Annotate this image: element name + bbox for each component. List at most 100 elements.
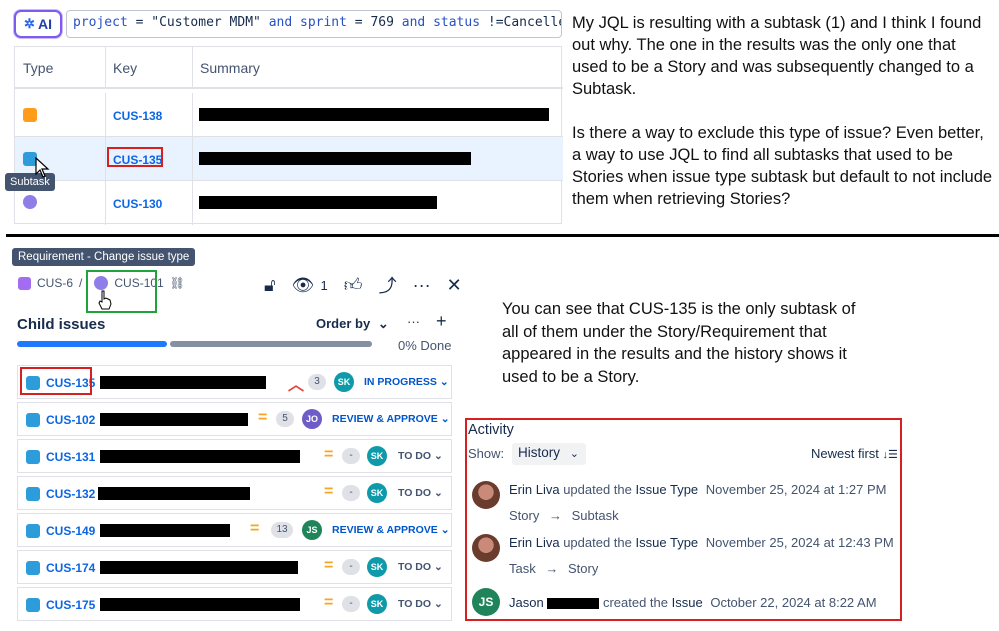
redacted-summary <box>100 524 230 537</box>
status-label: REVIEW & APPROVE <box>332 413 438 425</box>
activity-title: Activity <box>468 422 514 438</box>
history-filter-dropdown[interactable]: History ⌄ <box>512 443 586 465</box>
watch-button[interactable]: 👁︎ 1 <box>292 275 328 296</box>
child-issue-key[interactable]: CUS-175 <box>46 598 95 612</box>
results-table: Type Key Summary CUS-138 CUS-135 CUS-130 <box>14 46 563 225</box>
status-dropdown[interactable]: TO DO ⌄ <box>398 450 443 462</box>
user-avatar[interactable]: JS <box>472 588 500 616</box>
table-row[interactable]: CUS-135 <box>15 137 563 181</box>
priority-medium-icon: = <box>324 557 334 574</box>
progress-bar-remaining <box>170 341 372 347</box>
arrow-right-icon: → <box>545 561 559 576</box>
table-row[interactable]: CUS-138 <box>15 93 563 137</box>
sort-label: Newest first <box>811 446 879 461</box>
ai-label: AI <box>37 16 52 32</box>
avatar[interactable]: SK <box>367 446 387 466</box>
hand-cursor-icon <box>98 290 112 310</box>
status-dropdown[interactable]: REVIEW & APPROVE ⌄ <box>332 524 450 536</box>
status-dropdown[interactable]: IN PROGRESS ⌄ <box>364 376 449 388</box>
story-points: 3 <box>308 374 326 390</box>
sort-icon: ↓☰ <box>882 449 898 461</box>
avatar[interactable]: JS <box>302 520 322 540</box>
status-dropdown[interactable]: TO DO ⌄ <box>398 598 443 610</box>
child-issue-row[interactable]: CUS-174 = - SK TO DO ⌄ <box>17 550 452 584</box>
breadcrumb-parent[interactable]: CUS-6 <box>37 276 73 290</box>
avatar[interactable]: SK <box>367 483 387 503</box>
priority-medium-icon: = <box>258 409 268 426</box>
activity-change: Task → Story <box>509 561 598 576</box>
more-icon[interactable]: ··· <box>413 275 431 296</box>
header-type[interactable]: Type <box>23 60 53 76</box>
child-issue-row[interactable]: CUS-132 = - SK TO DO ⌄ <box>17 476 452 510</box>
avatar[interactable]: JO <box>302 409 322 429</box>
link-icon[interactable]: ⛓ <box>170 276 185 290</box>
subtask-icon <box>26 561 40 575</box>
share-icon[interactable]: ⤴ <box>379 272 397 298</box>
status-dropdown[interactable]: TO DO ⌄ <box>398 487 443 499</box>
child-issue-key[interactable]: CUS-102 <box>46 413 95 427</box>
child-issue-key[interactable]: CUS-174 <box>46 561 95 575</box>
redacted-summary <box>98 487 250 500</box>
more-icon[interactable]: ··· <box>407 314 420 329</box>
lock-icon[interactable]: 🔓︎ <box>264 275 276 296</box>
cursor-icon <box>35 157 50 178</box>
sort-toggle[interactable]: Newest first ↓☰ <box>811 446 898 461</box>
table-row[interactable]: CUS-130 <box>15 181 563 225</box>
header-summary[interactable]: Summary <box>200 60 260 76</box>
note-text: You can see that CUS-135 is the only sub… <box>502 300 856 386</box>
priority-medium-icon: = <box>324 446 334 463</box>
progress-bar-done <box>17 341 167 347</box>
child-issue-row[interactable]: CUS-175 = - SK TO DO ⌄ <box>17 587 452 621</box>
epic-icon <box>18 276 31 290</box>
add-icon[interactable]: + <box>436 311 447 332</box>
status-dropdown[interactable]: TO DO ⌄ <box>398 561 443 573</box>
child-issue-row[interactable]: CUS-149 = 13 JS REVIEW & APPROVE ⌄ <box>17 513 452 547</box>
change-from: Story <box>509 508 540 523</box>
child-issue-row[interactable]: CUS-131 = - SK TO DO ⌄ <box>17 439 452 473</box>
jql-token: and <box>268 15 293 30</box>
story-icon <box>23 108 37 122</box>
change-from: Task <box>509 561 536 576</box>
jql-input[interactable]: project = "Customer MDM" and sprint = 76… <box>66 10 562 38</box>
redacted-name <box>547 598 600 610</box>
user-avatar[interactable] <box>472 481 500 509</box>
status-dropdown[interactable]: REVIEW & APPROVE ⌄ <box>332 413 450 425</box>
child-issues-title: Child issues <box>17 316 106 333</box>
redacted-summary <box>199 196 437 209</box>
redacted-summary <box>199 152 471 165</box>
issue-key-link[interactable]: CUS-130 <box>113 197 162 211</box>
activity-entry: Erin Liva updated the Issue Type Novembe… <box>509 482 886 497</box>
section-divider <box>6 234 999 237</box>
header-key[interactable]: Key <box>113 60 137 76</box>
subtask-icon <box>26 413 40 427</box>
status-label: TO DO <box>398 598 432 610</box>
activity-user[interactable]: Erin Liva <box>509 535 560 550</box>
activity-action: created the <box>602 595 668 610</box>
redacted-summary <box>100 376 266 389</box>
watcher-count: 1 <box>320 277 328 293</box>
table-header: Type Key Summary <box>15 47 563 89</box>
progress-label: 0% Done <box>398 338 452 353</box>
thumbs-up-icon[interactable]: 👍︎ <box>344 274 363 296</box>
chevron-down-icon: ⌄ <box>377 316 389 331</box>
issue-key-link[interactable]: CUS-138 <box>113 109 162 123</box>
redacted-summary <box>100 561 298 574</box>
order-by-button[interactable]: Order by ⌄ <box>316 316 389 332</box>
question-paragraph: Is there a way to exclude this type of i… <box>572 124 993 208</box>
highlight-box <box>20 367 92 395</box>
jql-token: status <box>425 15 481 30</box>
jql-token: and <box>401 15 426 30</box>
avatar[interactable]: SK <box>367 594 387 614</box>
activity-user[interactable]: Jason <box>509 595 544 610</box>
child-issue-row[interactable]: CUS-102 = 5 JO REVIEW & APPROVE ⌄ <box>17 402 452 436</box>
ai-button[interactable]: ✲ AI <box>14 10 62 38</box>
activity-user[interactable]: Erin Liva <box>509 482 560 497</box>
subtask-icon <box>26 487 40 501</box>
child-issue-key[interactable]: CUS-132 <box>46 487 95 501</box>
close-icon[interactable]: ✕ <box>447 275 462 296</box>
avatar[interactable]: SK <box>367 557 387 577</box>
avatar[interactable]: SK <box>334 372 354 392</box>
child-issue-key[interactable]: CUS-131 <box>46 450 95 464</box>
child-issue-key[interactable]: CUS-149 <box>46 524 95 538</box>
user-avatar[interactable] <box>472 534 500 562</box>
